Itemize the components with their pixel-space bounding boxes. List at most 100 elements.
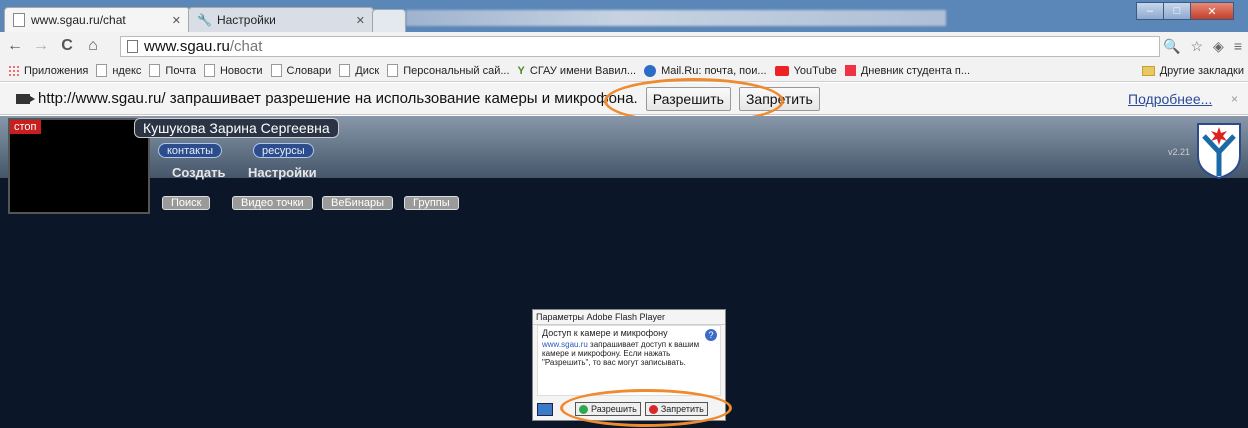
contacts-button[interactable]: контакты: [158, 143, 223, 158]
user-name: Кушукова Зарина Сергеевна: [134, 118, 339, 138]
resources-button[interactable]: ресурсы: [253, 143, 314, 158]
site-link: www.sgau.ru: [542, 340, 588, 349]
bookmark-label: Персональный сай...: [403, 64, 510, 77]
bookmark-apps[interactable]: Приложения: [8, 65, 88, 77]
tab-title: Настройки: [216, 13, 276, 27]
version-label: v2.21: [1167, 147, 1190, 157]
reload-button[interactable]: C: [56, 37, 78, 55]
bookmark-label: Дневник студента п...: [860, 64, 971, 77]
zoom-icon[interactable]: 🔍: [1163, 38, 1180, 55]
tab-close-icon[interactable]: ✕: [172, 14, 181, 27]
menu-create[interactable]: Создать: [172, 165, 225, 180]
maximize-button[interactable]: □: [1163, 2, 1191, 20]
bookmark-student-diary[interactable]: Дневник студента п...: [844, 64, 971, 77]
video-preview: стоп: [8, 118, 150, 214]
browser-toolbar: ← → C ⌂ www.sgau.ru/chat 🔍 ☆ ◈ ≡: [0, 32, 1248, 60]
toolbar-right-icons: 🔍 ☆ ◈ ≡: [1163, 38, 1242, 55]
permission-infobar: http://www.sgau.ru/ запрашивает разрешен…: [0, 83, 1248, 115]
page-icon: [127, 40, 138, 53]
bookmark-label: YouTube: [793, 64, 837, 77]
minimize-button[interactable]: –: [1136, 2, 1164, 20]
deny-label: Запретить: [660, 404, 704, 414]
back-button[interactable]: ←: [4, 37, 26, 55]
bookmark-label: Диск: [355, 64, 380, 77]
apps-icon: [8, 65, 19, 76]
bookmark-label: Другие закладки: [1159, 64, 1244, 77]
wrench-icon: 🔧: [197, 13, 212, 27]
camera-icon: [16, 93, 35, 104]
bookmark-dictionaries[interactable]: Словари: [270, 64, 332, 77]
tab-settings[interactable]: 🔧 Настройки ✕: [188, 7, 374, 32]
dialog-title: Параметры Adobe Flash Player: [533, 310, 725, 325]
bookmark-youtube[interactable]: YouTube: [774, 64, 837, 77]
extension-icon[interactable]: ◈: [1213, 38, 1224, 55]
menu-icon[interactable]: ≡: [1234, 38, 1242, 55]
page-icon: [339, 64, 351, 77]
bookmark-mail[interactable]: Почта: [149, 64, 196, 77]
tab-chat[interactable]: www.sgau.ru/chat ✕: [4, 7, 190, 32]
dialog-heading: Доступ к камере и микрофону: [542, 328, 668, 338]
bookmark-label: Приложения: [24, 64, 89, 77]
bookmark-label: Новости: [219, 64, 263, 77]
forward-button[interactable]: →: [30, 37, 52, 55]
groups-button[interactable]: Группы: [404, 196, 459, 210]
bookmark-label: СГАУ имени Вавил...: [529, 64, 637, 77]
bookmark-label: Почта: [165, 64, 196, 77]
tab-strip: www.sgau.ru/chat ✕ 🔧 Настройки ✕ – □ ✕: [0, 0, 1248, 32]
check-icon: [579, 404, 588, 414]
help-icon[interactable]: ?: [705, 329, 717, 341]
stop-button[interactable]: стоп: [10, 120, 41, 134]
blurred-window-title: [406, 10, 946, 26]
video-points-button[interactable]: Видео точки: [232, 196, 313, 210]
bookmark-news[interactable]: Новости: [203, 64, 263, 77]
menu-settings[interactable]: Настройки: [248, 165, 317, 180]
dialog-text: www.sgau.ru запрашивает доступ к вашим к…: [542, 340, 716, 367]
tab-title: www.sgau.ru/chat: [31, 13, 126, 27]
dialog-body: Доступ к камере и микрофону ? www.sgau.r…: [537, 325, 721, 396]
monitor-icon[interactable]: [537, 402, 553, 416]
sgau-icon: Y: [517, 64, 525, 77]
search-button[interactable]: Поиск: [162, 196, 211, 210]
infobar-message: http://www.sgau.ru/ запрашивает разрешен…: [38, 90, 638, 107]
allow-label: Разрешить: [591, 404, 637, 414]
page-icon: [96, 64, 108, 77]
bookmark-mailru[interactable]: Mail.Ru: почта, пои...: [644, 64, 767, 77]
home-button[interactable]: ⌂: [82, 37, 104, 55]
flash-deny-button[interactable]: Запретить: [644, 402, 708, 416]
bookmark-sgau[interactable]: Y СГАУ имени Вавил...: [518, 65, 637, 77]
page-icon: [149, 64, 161, 77]
url-path: /chat: [229, 38, 263, 55]
star-icon[interactable]: ☆: [1190, 38, 1203, 55]
tab-close-icon[interactable]: ✕: [356, 14, 365, 27]
close-window-button[interactable]: ✕: [1190, 2, 1234, 20]
learn-more-link[interactable]: Подробнее...: [1128, 91, 1212, 107]
youtube-icon: [774, 65, 789, 76]
flash-permission-dialog: Параметры Adobe Flash Player Доступ к ка…: [532, 309, 726, 421]
page-icon: [203, 64, 215, 77]
page-icon: [387, 64, 399, 77]
page-icon: [270, 64, 282, 77]
page-icon: [13, 13, 25, 27]
bookmark-label: Mail.Ru: почта, пои...: [661, 64, 767, 77]
dialog-footer: Разрешить Запретить: [537, 402, 712, 416]
flash-allow-button[interactable]: Разрешить: [575, 402, 641, 416]
mailru-icon: [644, 64, 657, 77]
folder-icon: [1141, 65, 1155, 76]
allow-button[interactable]: Разрешить: [645, 86, 731, 111]
diary-icon: [844, 65, 856, 76]
block-icon: [648, 404, 658, 414]
new-tab-button[interactable]: [372, 9, 406, 32]
bookmark-personal-site[interactable]: Персональный сай...: [387, 64, 510, 77]
deny-button[interactable]: Запретить: [738, 86, 820, 111]
university-logo: [1197, 123, 1241, 180]
url-host: www.sgau.ru: [144, 38, 230, 55]
address-bar[interactable]: www.sgau.ru/chat: [120, 36, 1160, 57]
bookmark-disk[interactable]: Диск: [339, 64, 379, 77]
bookmark-other[interactable]: Другие закладки: [1141, 64, 1244, 77]
webinars-button[interactable]: ВеБинары: [322, 196, 394, 210]
bookmark-label: Словари: [286, 64, 332, 77]
bookmark-label: ндекс: [112, 64, 142, 77]
bookmarks-bar: Приложения ндекс Почта Новости Словари Д…: [0, 60, 1248, 82]
close-icon[interactable]: ×: [1231, 92, 1238, 106]
bookmark-yandex[interactable]: ндекс: [96, 64, 141, 77]
